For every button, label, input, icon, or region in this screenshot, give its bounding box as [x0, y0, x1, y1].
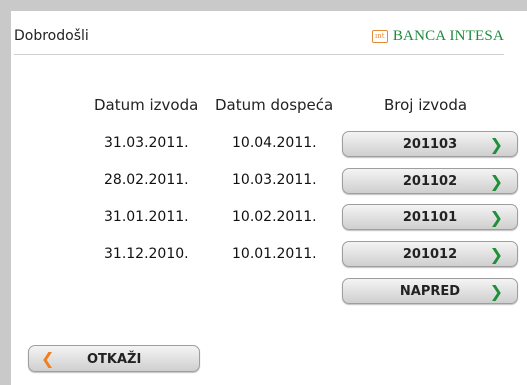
next-label: NAPRED	[399, 284, 461, 299]
due-date: 10.03.2011.	[232, 172, 317, 188]
bank-logo-icon: ınt	[371, 30, 388, 43]
due-date: 10.02.2011.	[232, 209, 317, 225]
due-date: 10.04.2011.	[232, 135, 317, 151]
statement-number-label: 201102	[402, 174, 458, 189]
statement-button-201101[interactable]: 201101 ❯	[342, 204, 518, 230]
header: Dobrodošli ınt BANCA INTESA	[14, 28, 504, 55]
main-panel	[11, 11, 527, 385]
cancel-button[interactable]: ❮ OTKAŽI	[28, 345, 200, 372]
due-date: 10.01.2011.	[232, 246, 317, 262]
statement-number-label: 201103	[402, 137, 458, 152]
chevron-right-icon: ❯	[489, 172, 503, 191]
column-header-statement-date: Datum izvoda	[94, 96, 199, 114]
column-header-due-date: Datum dospeća	[215, 96, 334, 114]
statement-button-201102[interactable]: 201102 ❯	[342, 168, 518, 194]
cancel-label: OTKAŽI	[87, 352, 142, 367]
statement-date: 28.02.2011.	[104, 172, 189, 188]
chevron-right-icon: ❯	[489, 135, 503, 154]
chevron-left-icon: ❮	[41, 349, 55, 368]
statement-number-label: 201101	[402, 210, 458, 225]
statement-button-201012[interactable]: 201012 ❯	[342, 241, 518, 267]
brand-name: BANCA INTESA	[392, 28, 504, 44]
welcome-text: Dobrodošli	[14, 28, 89, 44]
chevron-right-icon: ❯	[489, 245, 503, 264]
statement-number-label: 201012	[402, 247, 458, 262]
statement-date: 31.03.2011.	[104, 135, 189, 151]
brand: ınt BANCA INTESA	[371, 28, 504, 45]
next-button[interactable]: NAPRED ❯	[342, 278, 518, 304]
column-header-statement-number: Broj izvoda	[384, 96, 468, 114]
statement-date: 31.12.2010.	[104, 246, 189, 262]
chevron-right-icon: ❯	[489, 208, 503, 227]
statement-button-201103[interactable]: 201103 ❯	[342, 131, 518, 157]
statement-date: 31.01.2011.	[104, 209, 189, 225]
chevron-right-icon: ❯	[489, 282, 503, 301]
